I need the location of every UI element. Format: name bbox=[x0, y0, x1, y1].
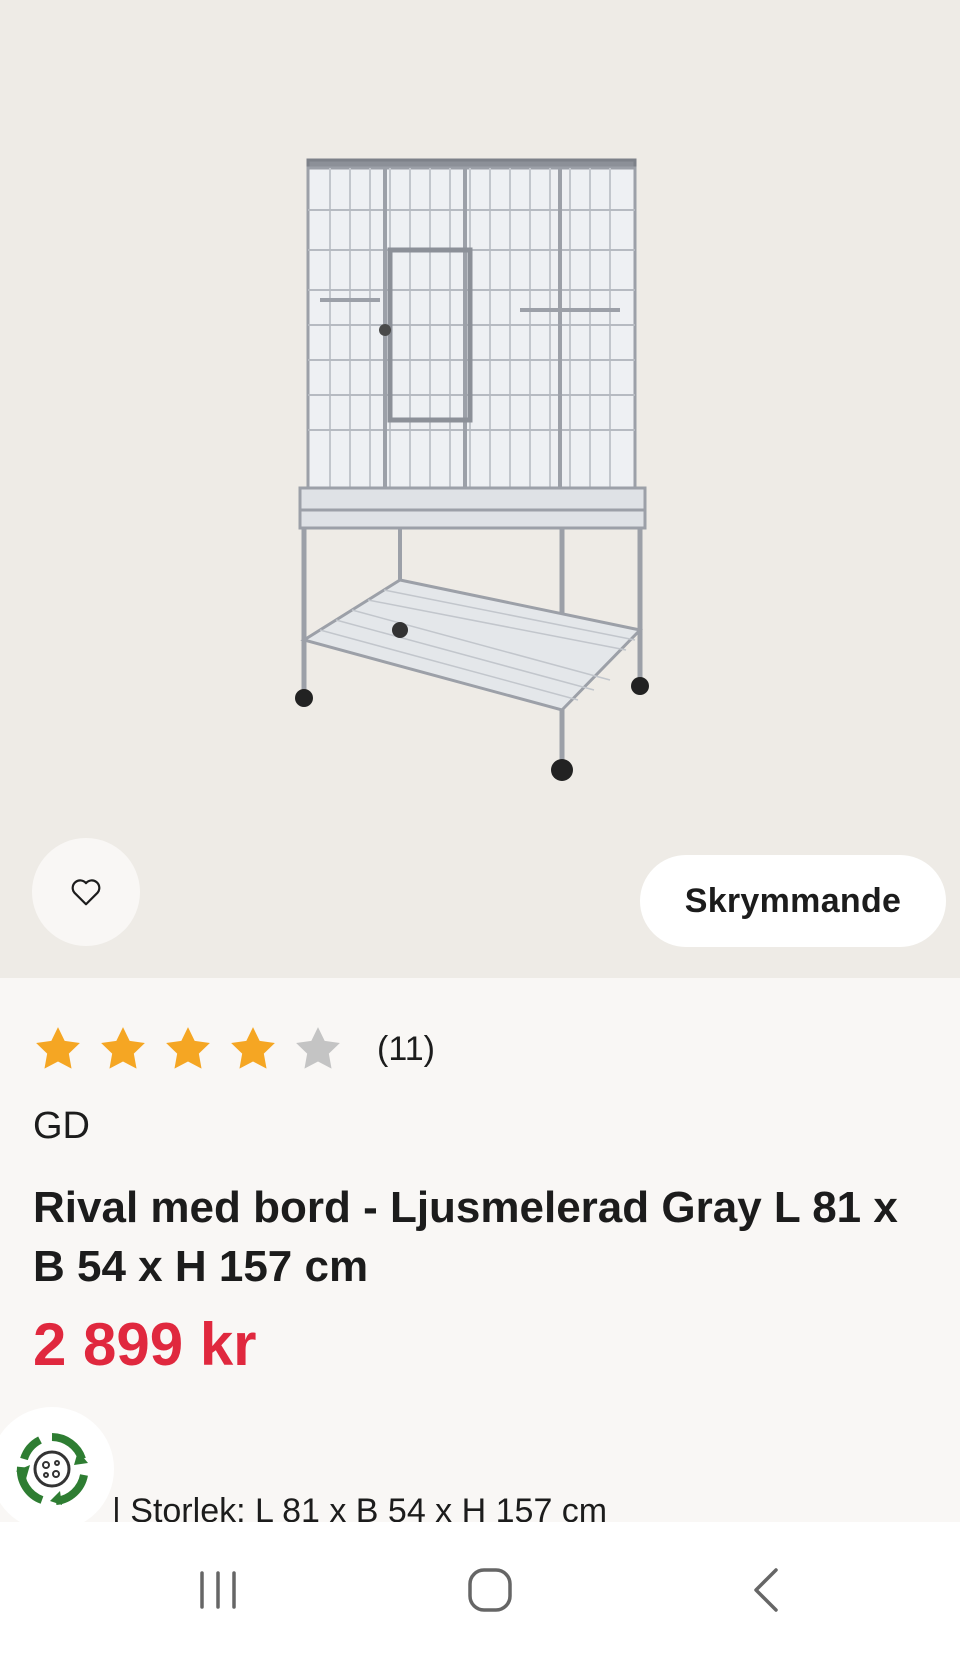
heart-outline-icon bbox=[71, 879, 101, 906]
recycle-globe-icon bbox=[16, 1433, 88, 1505]
back-button[interactable] bbox=[736, 1560, 796, 1620]
product-price: 2 899 kr bbox=[33, 1311, 257, 1378]
system-navigation-bar bbox=[0, 1522, 960, 1655]
product-image-area: Skrymmande bbox=[0, 0, 960, 978]
star-filled-icon bbox=[231, 1027, 275, 1069]
eco-badge[interactable] bbox=[0, 1407, 114, 1531]
product-image[interactable] bbox=[290, 150, 680, 830]
rating-count: (11) bbox=[377, 1029, 435, 1068]
favorite-button[interactable] bbox=[32, 838, 140, 946]
recent-apps-button[interactable] bbox=[188, 1560, 248, 1620]
rating[interactable]: (11) bbox=[32, 1022, 435, 1076]
recent-apps-icon bbox=[200, 1571, 236, 1609]
product-title: Rival med bord - Ljusmelerad Gray L 81 x… bbox=[33, 1183, 898, 1291]
home-button[interactable] bbox=[460, 1560, 520, 1620]
back-icon bbox=[754, 1568, 778, 1612]
star-filled-icon bbox=[166, 1027, 210, 1069]
star-empty-icon bbox=[296, 1027, 340, 1069]
brand-name[interactable]: GD bbox=[33, 1105, 90, 1148]
bulky-badge: Skrymmande bbox=[640, 855, 946, 947]
home-icon bbox=[468, 1568, 512, 1612]
star-filled-icon bbox=[36, 1027, 80, 1069]
star-filled-icon bbox=[101, 1027, 145, 1069]
